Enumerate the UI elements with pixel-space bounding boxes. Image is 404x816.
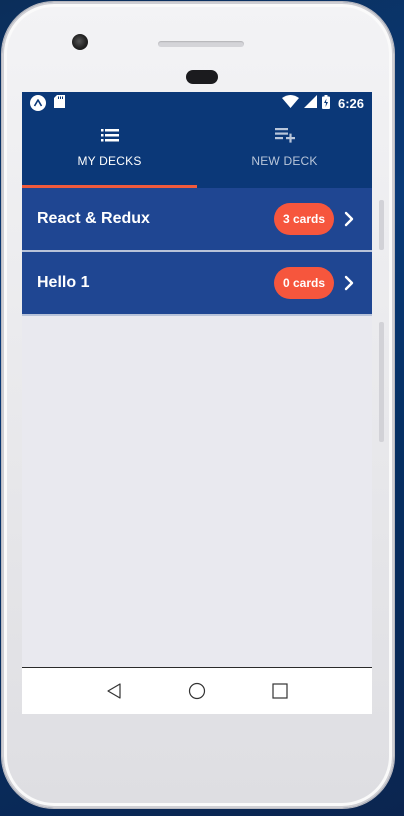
app-screen: 6:26 MY DECKS NEW DECK React & Redux 3 c… xyxy=(22,92,372,714)
chevron-right-icon xyxy=(344,211,354,227)
deck-list-item[interactable]: React & Redux 3 cards xyxy=(22,188,372,252)
status-bar: 6:26 xyxy=(22,92,372,114)
cell-signal-icon xyxy=(303,95,317,111)
active-tab-indicator xyxy=(22,185,197,188)
back-icon[interactable] xyxy=(102,679,126,703)
tab-my-decks[interactable]: MY DECKS xyxy=(22,114,197,188)
chevron-right-icon xyxy=(344,275,354,291)
battery-charging-icon xyxy=(321,94,330,112)
earpiece-speaker xyxy=(158,41,244,47)
playlist-add-icon xyxy=(274,126,295,144)
wifi-icon xyxy=(281,95,299,111)
card-count-badge: 3 cards xyxy=(273,203,334,235)
tab-bar: MY DECKS NEW DECK xyxy=(22,114,372,188)
proximity-sensor xyxy=(186,70,218,84)
deck-title: Hello 1 xyxy=(37,274,90,291)
deck-title: React & Redux xyxy=(37,210,150,227)
sd-card-icon xyxy=(54,95,65,111)
volume-button xyxy=(379,200,384,250)
deck-list-item[interactable]: Hello 1 0 cards xyxy=(22,252,372,316)
list-icon xyxy=(100,126,119,144)
front-camera xyxy=(72,34,88,50)
tab-label-my-decks: MY DECKS xyxy=(77,154,142,168)
tab-label-new-deck: NEW DECK xyxy=(251,154,318,168)
deck-list: React & Redux 3 cards Hello 1 0 cards xyxy=(22,188,372,316)
power-button xyxy=(379,322,384,442)
status-time: 6:26 xyxy=(337,95,364,111)
expo-icon xyxy=(30,95,46,111)
home-icon[interactable] xyxy=(185,679,209,703)
card-count-badge: 0 cards xyxy=(273,267,334,299)
android-nav-bar xyxy=(22,667,372,714)
recents-icon[interactable] xyxy=(268,679,292,703)
tab-new-deck[interactable]: NEW DECK xyxy=(197,114,372,188)
